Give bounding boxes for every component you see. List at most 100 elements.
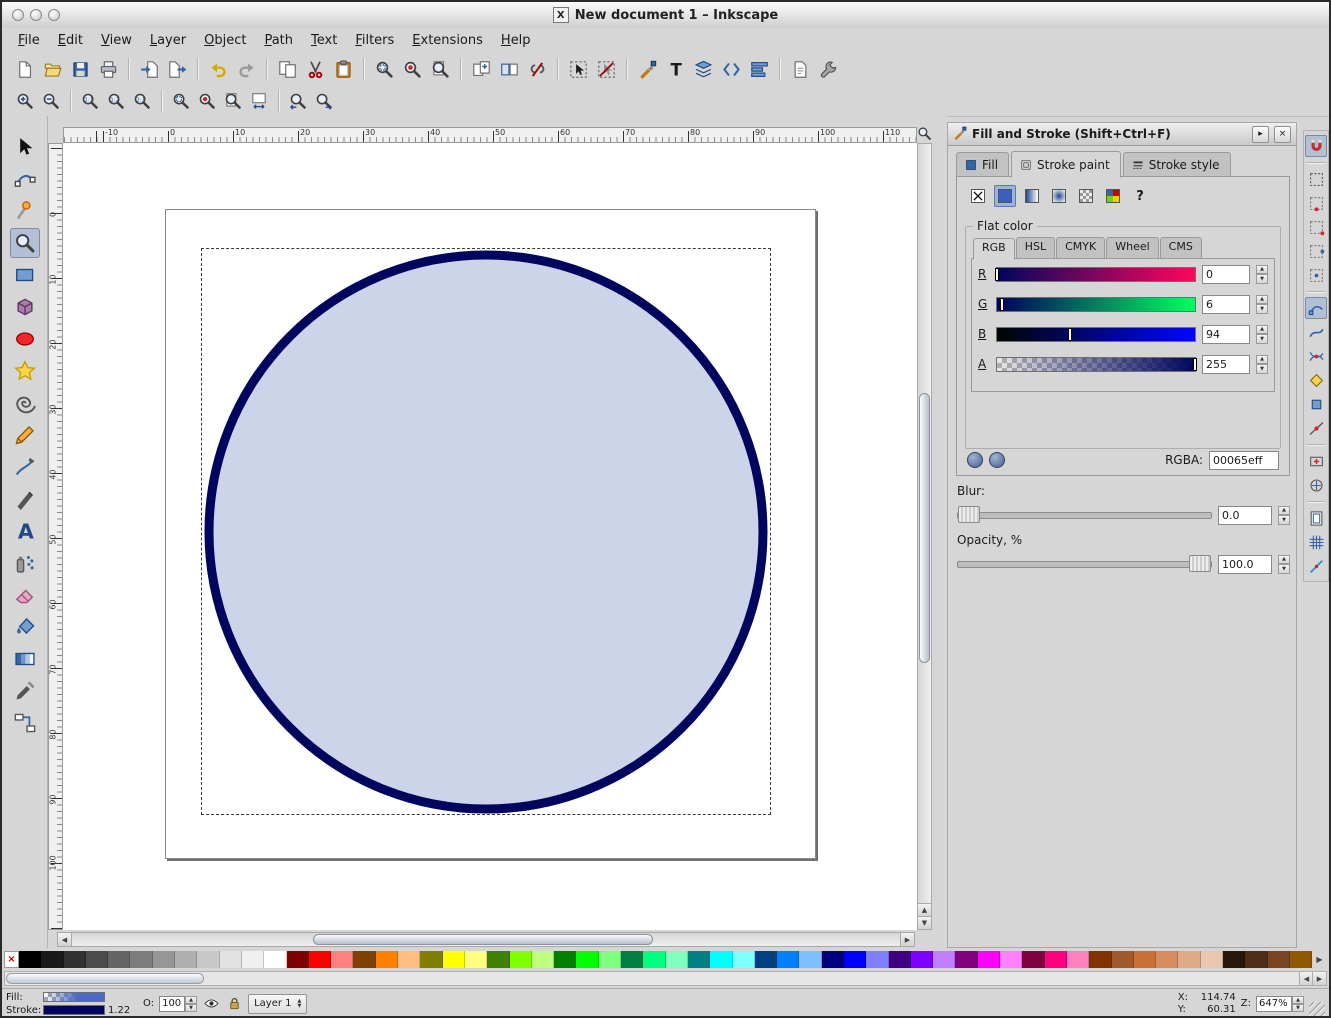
palette-swatch[interactable] [710, 951, 732, 968]
text-and-font-dialog-button[interactable]: T [662, 56, 688, 82]
blur-value-field[interactable]: 0.0 [1218, 506, 1272, 525]
object-opacity-field[interactable]: 100 [159, 996, 185, 1012]
zoom-selection-button[interactable] [169, 89, 193, 113]
palette-scroll-right-button[interactable]: ▶ [1312, 972, 1326, 985]
snap-page-border-button[interactable] [1305, 507, 1327, 529]
palette-swatch[interactable] [287, 951, 309, 968]
menu-edit[interactable]: Edit [50, 30, 91, 51]
spin-up-button[interactable]: ▲ [1278, 555, 1290, 565]
dropper-tool-button[interactable] [10, 676, 40, 706]
star-tool-button[interactable] [10, 356, 40, 386]
palette-scroll-left-button[interactable]: ◀ [1299, 972, 1313, 985]
resize-grip[interactable] [1309, 1002, 1325, 1018]
unlink-clone-button[interactable] [524, 56, 550, 82]
horizontal-scrollbar[interactable]: ◀ ▶ [57, 932, 915, 947]
palette-swatch[interactable] [264, 951, 286, 968]
selector-tool-button[interactable] [10, 132, 40, 162]
tab-stroke-paint[interactable]: Stroke paint [1011, 151, 1121, 178]
palette-swatch[interactable] [688, 951, 710, 968]
zoom-2-1-button[interactable]: 2:1 [130, 89, 154, 113]
g-value-field[interactable]: 6 [1202, 295, 1250, 314]
fill-indicator-swatch[interactable] [43, 992, 105, 1002]
zoom-corner-icon[interactable] [917, 126, 933, 142]
mode-tab-cmyk[interactable]: CMYK [1056, 237, 1105, 259]
palette-swatch[interactable] [599, 951, 621, 968]
spin-up-button[interactable]: ▲ [1256, 265, 1268, 275]
menu-help[interactable]: Help [493, 30, 539, 51]
tab-stroke-style[interactable]: Stroke style [1123, 152, 1231, 177]
pen-tool-button[interactable] [10, 452, 40, 482]
zoom-previous-button[interactable] [286, 89, 310, 113]
palette-swatch[interactable] [376, 951, 398, 968]
palette-swatch[interactable] [1223, 951, 1245, 968]
snap-node-smooth-button[interactable] [1305, 393, 1327, 415]
palette-swatch[interactable] [1022, 951, 1044, 968]
snap-grid-button[interactable] [1305, 531, 1327, 553]
paint-radial-gradient-button[interactable] [1048, 185, 1070, 207]
pencil-tool-button[interactable] [10, 420, 40, 450]
palette-swatch[interactable] [197, 951, 219, 968]
deselect-button[interactable] [593, 56, 619, 82]
palette-swatch[interactable] [1134, 951, 1156, 968]
zoom-tool-button[interactable] [10, 228, 40, 258]
palette-swatch[interactable] [1268, 951, 1290, 968]
palette-swatch[interactable] [353, 951, 375, 968]
zoom-window-button[interactable] [48, 9, 60, 21]
palette-swatch[interactable] [242, 951, 264, 968]
vertical-scrollbar[interactable]: ▲ ▼ [917, 143, 932, 930]
minimize-button[interactable] [30, 9, 42, 21]
palette-swatch[interactable] [978, 951, 1000, 968]
import-document-button[interactable] [136, 56, 162, 82]
eraser-tool-button[interactable] [10, 580, 40, 610]
menu-filters[interactable]: Filters [347, 30, 402, 51]
opacity-slider[interactable] [957, 561, 1212, 568]
eyedropper-button[interactable] [967, 452, 983, 468]
menu-view[interactable]: View [93, 30, 140, 51]
new-document-button[interactable] [11, 56, 37, 82]
snap-bbox-center-button[interactable] [1305, 264, 1327, 286]
palette-swatch[interactable] [1067, 951, 1089, 968]
palette-swatch[interactable] [621, 951, 643, 968]
menu-text[interactable]: Text [303, 30, 345, 51]
spin-down-button[interactable]: ▼ [1256, 334, 1268, 344]
palette-swatch[interactable] [933, 951, 955, 968]
paint-pattern-button[interactable] [1075, 185, 1097, 207]
palette-swatch[interactable] [733, 951, 755, 968]
rgba-hex-field[interactable]: 00065eff [1209, 451, 1279, 470]
zoom-next-button[interactable] [312, 89, 336, 113]
menu-layer[interactable]: Layer [142, 30, 194, 51]
zoom-1-1-button[interactable]: 1:1 [78, 89, 102, 113]
remove-color-swatch[interactable]: × [4, 951, 19, 968]
menu-object[interactable]: Object [196, 30, 254, 51]
opacity-value-field[interactable]: 100.0 [1218, 555, 1272, 574]
snap-path-intersection-button[interactable] [1305, 345, 1327, 367]
titlebar[interactable]: X New document 1 – Inkscape [2, 2, 1329, 29]
duplicate-button[interactable] [468, 56, 494, 82]
zoom-to-drawing-button[interactable] [399, 56, 425, 82]
tweak-tool-button[interactable] [10, 196, 40, 226]
scroll-up-button[interactable]: ▲ [918, 903, 931, 916]
spray-tool-button[interactable] [10, 548, 40, 578]
copy-button[interactable] [274, 56, 300, 82]
panel-header[interactable]: Fill and Stroke (Shift+Ctrl+F) ▸ × [948, 123, 1296, 146]
palette-swatch[interactable] [1245, 951, 1267, 968]
paste-button[interactable] [330, 56, 356, 82]
r-value-field[interactable]: 0 [1202, 265, 1250, 284]
menu-extensions[interactable]: Extensions [404, 30, 491, 51]
palette-swatch[interactable] [1045, 951, 1067, 968]
blur-slider-thumb[interactable] [958, 506, 980, 523]
palette-swatch[interactable] [487, 951, 509, 968]
open-document-button[interactable] [39, 56, 65, 82]
zoom-to-selection-button[interactable] [371, 56, 397, 82]
layers-dialog-button[interactable] [690, 56, 716, 82]
paint-linear-gradient-button[interactable] [1021, 185, 1043, 207]
zoom-out-button[interactable] [39, 89, 63, 113]
paint-unknown-button[interactable]: ? [1129, 185, 1151, 207]
palette-swatch[interactable] [799, 951, 821, 968]
redo-button[interactable] [233, 56, 259, 82]
palette-swatch[interactable] [844, 951, 866, 968]
palette-swatch[interactable] [643, 951, 665, 968]
palette-swatch[interactable] [19, 951, 41, 968]
palette-swatch[interactable] [220, 951, 242, 968]
layer-lock-button[interactable] [225, 995, 243, 1013]
